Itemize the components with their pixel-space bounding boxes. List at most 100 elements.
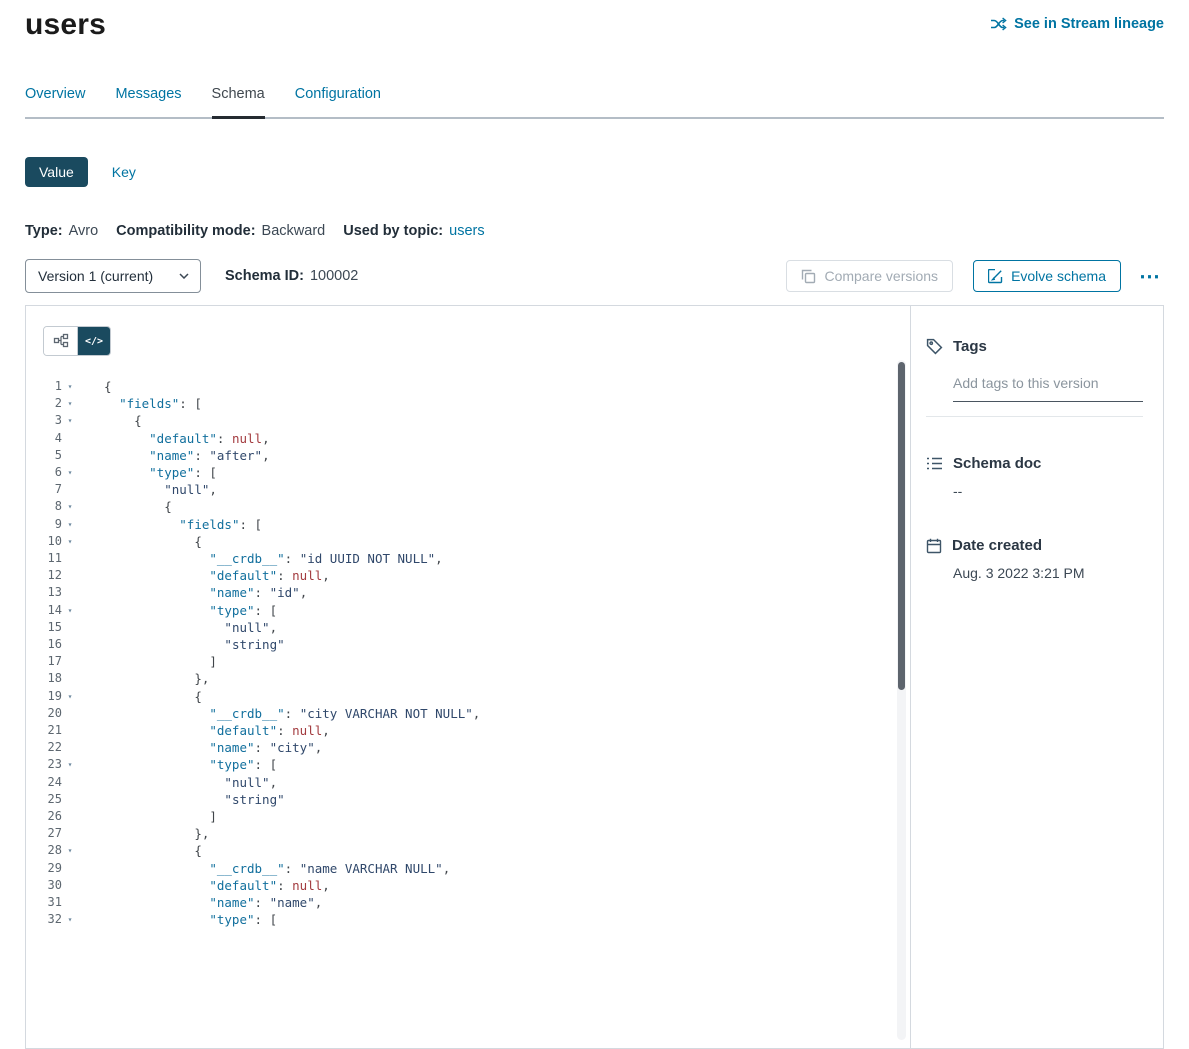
fold-spacer [62,550,78,567]
add-tags-input[interactable] [953,375,1143,402]
line-number: 25 [26,791,62,808]
fold-spacer [62,739,78,756]
fold-arrow-icon[interactable]: ▾ [62,533,78,550]
date-created-section: Date created Aug. 3 2022 3:21 PM [926,537,1143,581]
evolve-schema-button[interactable]: Evolve schema [973,260,1121,292]
code-view-button[interactable]: </> [77,327,110,355]
fold-arrow-icon[interactable]: ▾ [62,464,78,481]
key-toggle-button[interactable]: Key [112,164,136,180]
line-number: 2 [26,395,62,412]
tags-body [953,375,1143,402]
tab-configuration[interactable]: Configuration [295,86,381,117]
editor-view-toggle: </> [43,326,111,356]
code-line: 3▾ { [26,412,910,429]
line-number: 19 [26,688,62,705]
code-line: 13 "name": "id", [26,584,910,601]
schema-panel: </> 1▾{2▾ "fields": [3▾ {4 "default": nu… [25,305,1164,1049]
code-view-icon: </> [85,336,103,347]
scrollbar-thumb[interactable] [898,362,905,690]
fold-spacer [62,653,78,670]
evolve-schema-icon [988,269,1003,284]
code-line: 30 "default": null, [26,877,910,894]
tree-view-button[interactable] [44,327,77,355]
code-line: 20 "__crdb__": "city VARCHAR NOT NULL", [26,705,910,722]
fold-arrow-icon[interactable]: ▾ [62,498,78,515]
code-line: 19▾ { [26,688,910,705]
compatibility-value: Backward [262,223,326,239]
value-toggle-button[interactable]: Value [25,157,88,187]
fold-spacer [62,722,78,739]
tag-icon [926,338,943,355]
code-line: 27 }, [26,825,910,842]
more-options-button[interactable]: ⋯ [1135,264,1164,289]
evolve-schema-label: Evolve schema [1011,268,1106,284]
schema-doc-value: -- [953,483,1143,499]
stream-lineage-link[interactable]: See in Stream lineage [990,16,1164,32]
used-by-topic-label: Used by topic: [343,223,443,239]
fold-arrow-icon[interactable]: ▾ [62,516,78,533]
line-number: 16 [26,636,62,653]
fold-arrow-icon[interactable]: ▾ [62,395,78,412]
fold-arrow-icon[interactable]: ▾ [62,688,78,705]
fold-arrow-icon[interactable]: ▾ [62,602,78,619]
line-number: 26 [26,808,62,825]
code-line: 16 "string" [26,636,910,653]
code-text: "type": [ [78,756,277,773]
used-by-topic-group: Used by topic: users [343,223,484,239]
schema-id-group: Schema ID: 100002 [225,268,358,284]
fold-spacer [62,567,78,584]
calendar-icon [926,538,942,554]
schema-id-value: 100002 [310,268,358,284]
code-text: "name": "name", [78,894,322,911]
fold-spacer [62,877,78,894]
tree-view-icon [53,333,69,349]
tab-overview[interactable]: Overview [25,86,85,117]
fold-arrow-icon[interactable]: ▾ [62,756,78,773]
code-text: "default": null, [78,567,330,584]
code-line: 29 "__crdb__": "name VARCHAR NULL", [26,860,910,877]
schema-doc-heading: Schema doc [926,455,1143,472]
code-text: ] [78,808,217,825]
code-line: 32▾ "type": [ [26,911,910,928]
code-line: 17 ] [26,653,910,670]
version-select[interactable]: Version 1 (current) [25,259,201,293]
code-text: "type": [ [78,602,277,619]
tab-messages[interactable]: Messages [115,86,181,117]
code-text: { [78,533,202,550]
line-number: 27 [26,825,62,842]
schema-id-label: Schema ID: [225,268,304,284]
line-number: 11 [26,550,62,567]
type-group: Type:Avro [25,223,98,239]
fold-arrow-icon[interactable]: ▾ [62,842,78,859]
line-number: 6 [26,464,62,481]
code-text: "type": [ [78,464,217,481]
compatibility-group: Compatibility mode:Backward [116,223,325,239]
code-text: "__crdb__": "name VARCHAR NULL", [78,860,450,877]
code-line: 8▾ { [26,498,910,515]
editor-scrollbar[interactable] [897,360,906,1040]
fold-arrow-icon[interactable]: ▾ [62,911,78,928]
value-key-toggle: Value Key [25,157,1164,187]
code-line: 15 "null", [26,619,910,636]
compare-versions-button[interactable]: Compare versions [786,260,953,292]
code-line: 18 }, [26,670,910,687]
fold-arrow-icon[interactable]: ▾ [62,378,78,395]
topic-link[interactable]: users [449,223,484,239]
schema-doc-title: Schema doc [953,455,1041,472]
code-text: "fields": [ [78,395,202,412]
line-number: 12 [26,567,62,584]
code-line: 26 ] [26,808,910,825]
code-text: "name": "after", [78,447,270,464]
ellipsis-icon: ⋯ [1139,265,1160,288]
schema-editor: </> 1▾{2▾ "fields": [3▾ {4 "default": nu… [26,306,911,1048]
tab-schema[interactable]: Schema [212,86,265,119]
schema-meta-row: Type:Avro Compatibility mode:Backward Us… [25,223,1164,239]
code-line: 10▾ { [26,533,910,550]
line-number: 8 [26,498,62,515]
line-number: 14 [26,602,62,619]
code-text: "name": "city", [78,739,322,756]
line-number: 4 [26,430,62,447]
code-line: 28▾ { [26,842,910,859]
fold-spacer [62,825,78,842]
fold-arrow-icon[interactable]: ▾ [62,412,78,429]
